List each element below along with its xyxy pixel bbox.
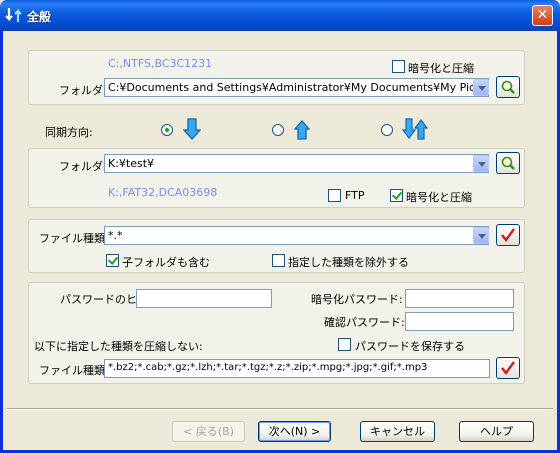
title-bar	[0, 0, 560, 31]
sync-up-radio[interactable]	[272, 124, 284, 136]
filetype-dropdown-button[interactable]	[473, 227, 489, 244]
no-compress-types-input[interactable]: *.bz2;*.cab;*.gz;*.lzh;*.tar;*.tgz;*.z;*…	[104, 359, 490, 378]
include-subfolders-checkbox[interactable]	[106, 254, 119, 267]
folder2-drive-info: K:,FAT32,DCA03698	[108, 186, 218, 199]
back-button[interactable]: < 戻る(B)	[172, 421, 245, 442]
folder2-encrypt-checkbox[interactable]	[390, 189, 403, 202]
arrow-both-icon	[402, 118, 428, 140]
folder1-dropdown-button[interactable]	[473, 79, 489, 96]
separator	[7, 408, 553, 410]
magnifier-icon	[501, 80, 515, 94]
arrow-down-icon	[183, 118, 201, 140]
close-icon: ✕	[536, 7, 549, 23]
sync-down-radio[interactable]	[161, 124, 173, 136]
no-compress-apply-button[interactable]	[496, 357, 520, 379]
exclude-types-checkbox[interactable]	[272, 254, 285, 267]
encrypt-password-input[interactable]	[405, 289, 514, 308]
password-hint-input[interactable]	[136, 289, 272, 308]
encrypt-password-label: 暗号化パスワード:	[311, 293, 403, 306]
help-button[interactable]: ヘルプ	[459, 421, 534, 442]
confirm-password-input[interactable]	[405, 312, 514, 331]
save-password-checkbox[interactable]	[338, 338, 351, 351]
arrow-up-icon	[294, 120, 310, 140]
filetype-combo[interactable]: *.*	[104, 226, 489, 245]
save-password-label: パスワードを保存する	[355, 340, 465, 353]
cancel-button[interactable]: キャンセル	[360, 421, 435, 442]
folder2-ftp-checkbox[interactable]	[328, 189, 341, 202]
folder2-dropdown-button[interactable]	[473, 155, 489, 172]
red-check-icon	[501, 361, 515, 375]
folder1-drive-info: C:,NTFS,BC3C1231	[108, 57, 213, 70]
no-compress-types-label: ファイル種類:	[39, 364, 109, 377]
folder2-encrypt-label: 暗号化と圧縮	[406, 191, 472, 204]
no-compress-label: 以下に指定した種類を圧縮しない:	[34, 340, 203, 353]
window-frame-left	[0, 31, 3, 453]
magnifier-icon	[501, 156, 515, 170]
exclude-types-label: 指定した種類を除外する	[288, 256, 409, 269]
red-check-icon	[501, 228, 515, 242]
folder2-ftp-label: FTP	[345, 189, 365, 202]
folder2-browse-button[interactable]	[496, 152, 520, 174]
folder1-path-combo[interactable]: C:¥Documents and Settings¥Administrator¥…	[104, 78, 489, 97]
folder2-path-combo[interactable]: K:¥test¥	[104, 154, 489, 173]
folder1-browse-button[interactable]	[496, 76, 520, 98]
include-subfolders-label: 子フォルダも含む	[122, 256, 210, 269]
folder1-encrypt-checkbox[interactable]	[392, 60, 405, 73]
next-button[interactable]: 次へ(N) >	[258, 421, 331, 442]
confirm-password-label: 確認パスワード:	[324, 316, 405, 329]
sync-both-radio[interactable]	[381, 124, 393, 136]
folder1-encrypt-label: 暗号化と圧縮	[408, 62, 474, 75]
close-button[interactable]: ✕	[532, 5, 553, 26]
sync-app-icon	[5, 8, 22, 22]
filetype-label: ファイル種類:	[39, 232, 109, 245]
sync-direction-label: 同期方向:	[45, 126, 93, 139]
window-title: 全般	[27, 10, 52, 24]
filetype-apply-button[interactable]	[496, 224, 520, 246]
